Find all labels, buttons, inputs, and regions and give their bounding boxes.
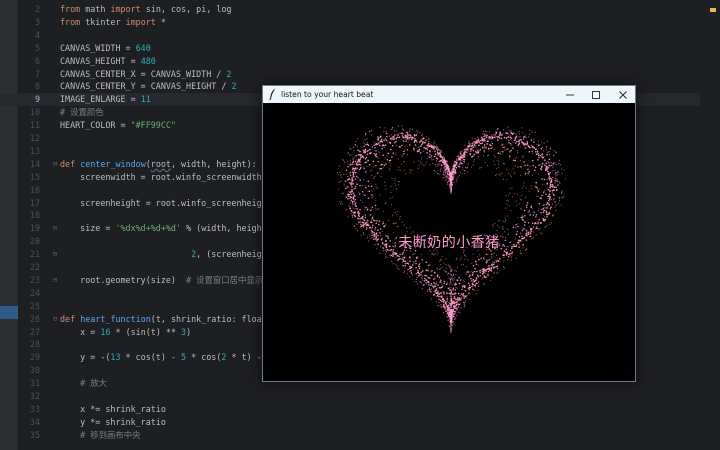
code-text: CANVAS_CENTER_Y = CANVAS_HEIGHT / 2 (60, 81, 237, 92)
line-number: 30 (29, 365, 40, 376)
code-text: 2, (screenheight (191, 249, 272, 260)
window-titlebar[interactable]: listen to your heart beat (263, 86, 635, 103)
heart-canvas[interactable]: 未断奶的小香猪 (263, 103, 635, 381)
line-number: 20 (29, 236, 40, 247)
fold-icon[interactable]: ⊟ (53, 222, 57, 235)
line-number: 23 (29, 274, 40, 285)
code-text: size = '%dx%d+%d+%d' % (width, height, (60, 223, 272, 234)
line-number: 3 (34, 16, 40, 27)
line-number: 7 (34, 68, 40, 79)
line-number: 33 (29, 403, 40, 414)
code-text: # 设置颜色 (60, 107, 104, 118)
code-text: screenwidth = root.winfo_screenwidth() (60, 171, 272, 182)
minimize-button[interactable] (557, 86, 583, 103)
code-text: CANVAS_CENTER_X = CANVAS_WIDTH / 2 (60, 68, 232, 79)
code-line[interactable]: 34 y *= shrink_ratio (0, 416, 700, 429)
maximize-icon (592, 90, 600, 99)
code-text: def center_window(root, width, height): (60, 158, 257, 169)
code-text: from tkinter import * (60, 16, 166, 27)
code-line[interactable]: 6 CANVAS_HEIGHT = 480 (0, 55, 700, 68)
line-number: 17 (29, 197, 40, 208)
code-text: CANVAS_WIDTH = 640 (60, 42, 151, 53)
code-text: root.geometry(size) # 设置窗口居中显示 (60, 274, 264, 285)
line-number: 35 (29, 429, 40, 440)
fold-icon[interactable]: ⊟ (53, 274, 57, 287)
close-button[interactable] (610, 86, 636, 103)
code-text: # 移到画布中央 (80, 429, 141, 440)
code-text: IMAGE_ENLARGE = 11 (60, 94, 151, 105)
editor-scrollbar[interactable] (700, 0, 720, 450)
code-text: y = -(13 * cos(t) - 5 * cos(2 * t) - 2 (60, 352, 272, 363)
fold-icon[interactable]: ⊟ (53, 248, 57, 261)
line-number: 31 (29, 378, 40, 389)
code-text: screenheight = root.winfo_screenheight() (60, 197, 282, 208)
close-icon (619, 90, 627, 99)
fold-icon[interactable]: ⊟ (53, 313, 57, 326)
code-text: HEART_COLOR = "#FF99CC" (60, 120, 176, 131)
line-number: 8 (34, 81, 40, 92)
code-line[interactable]: 3 from tkinter import * (0, 16, 700, 29)
code-line[interactable]: 33 x *= shrink_ratio (0, 403, 700, 416)
line-number: 26 (29, 313, 40, 324)
minimize-icon (566, 94, 574, 95)
line-number: 22 (29, 262, 40, 272)
heart-label: 未断奶的小香猪 (398, 235, 500, 251)
code-line[interactable]: 4 (0, 29, 700, 42)
line-number: 16 (29, 184, 40, 195)
line-number: 4 (34, 29, 40, 40)
window-title: listen to your heart beat (281, 90, 374, 99)
line-number: 18 (29, 210, 40, 221)
warning-stripe-marker[interactable] (710, 8, 716, 12)
line-number: 5 (34, 42, 40, 53)
line-number: 14 (29, 158, 40, 169)
line-number: 6 (34, 55, 40, 66)
code-line[interactable]: 5 CANVAS_WIDTH = 640 (0, 42, 700, 55)
tk-app-window[interactable]: listen to your heart beat 未断奶的小香猪 (262, 85, 636, 382)
code-text: def heart_function(t, shrink_ratio: floa… (60, 313, 277, 324)
line-number: 29 (29, 352, 40, 363)
line-number: 27 (29, 326, 40, 337)
line-number: 11 (29, 120, 40, 131)
line-number: 19 (29, 223, 40, 234)
code-line[interactable]: 32 (0, 390, 700, 403)
line-number: 21 (29, 249, 40, 260)
line-number: 2 (34, 4, 40, 14)
line-number: 12 (29, 133, 40, 143)
code-text: # 放大 (80, 378, 108, 389)
line-number: 34 (29, 416, 40, 427)
code-text: x *= shrink_ratio (60, 403, 166, 414)
line-number: 25 (29, 300, 40, 311)
line-number: 15 (29, 171, 40, 182)
line-number: 32 (29, 391, 40, 401)
line-number: 24 (29, 287, 40, 298)
feather-icon (269, 88, 276, 100)
code-line[interactable]: 35 # 移到画布中央 (0, 429, 700, 442)
code-text: x = 16 * (sin(t) ** 3) (60, 326, 192, 337)
line-number: 13 (29, 145, 40, 156)
code-text: from math import sin, cos, pi, log (60, 4, 232, 14)
line-number: 9 (34, 94, 40, 105)
line-number: 10 (29, 107, 40, 118)
code-text: CANVAS_HEIGHT = 480 (60, 55, 156, 66)
code-text: y *= shrink_ratio (60, 416, 166, 427)
line-number: 28 (29, 339, 40, 350)
code-line[interactable]: 2 from math import sin, cos, pi, log (0, 3, 700, 16)
maximize-button[interactable] (583, 86, 609, 103)
fold-icon[interactable]: ⊟ (53, 158, 57, 171)
code-line[interactable]: 7 CANVAS_CENTER_X = CANVAS_WIDTH / 2 (0, 68, 700, 81)
